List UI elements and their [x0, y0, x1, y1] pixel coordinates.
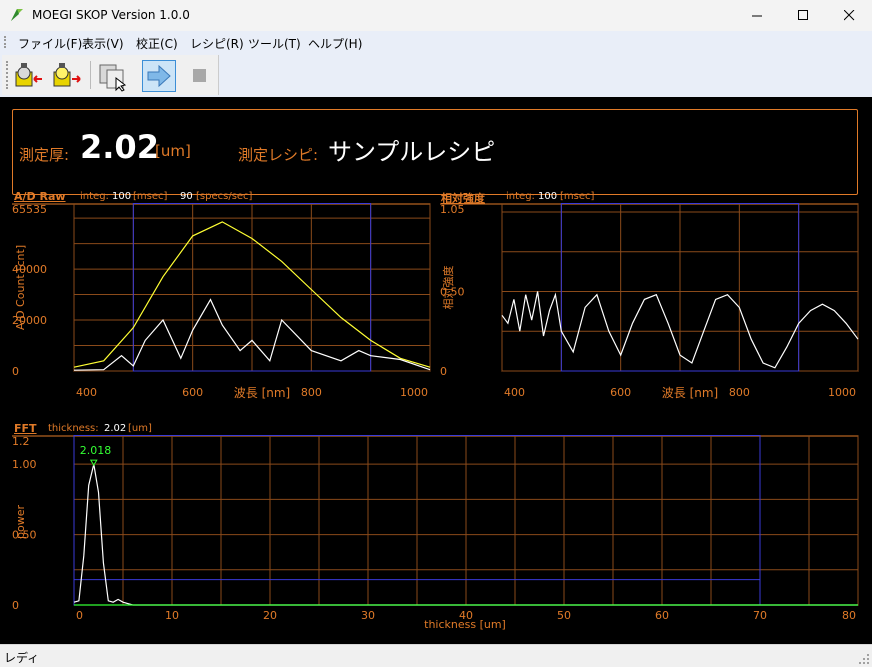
raw-xtick-label: 400	[76, 386, 97, 399]
fft-xtick-label: 30	[361, 609, 375, 622]
fft-yaxis-title: power	[14, 505, 27, 539]
stop-button[interactable]	[182, 60, 216, 92]
resize-grip-icon[interactable]	[858, 653, 870, 665]
toolbar-separator	[90, 61, 91, 89]
lamp-on-icon	[53, 63, 81, 87]
rel-ytick-label: 0	[440, 365, 447, 378]
fft-xtick-label: 0	[76, 609, 83, 622]
window-title: MOEGI SKOP Version 1.0.0	[32, 8, 190, 22]
rel-yaxis-title: 相対強度	[441, 266, 455, 310]
menu-view[interactable]: 表示(V)	[82, 35, 124, 52]
raw-yaxis-title: A/D Count [cnt]	[14, 245, 27, 330]
status-text: レディ	[4, 651, 40, 665]
arrow-right-icon	[147, 64, 171, 88]
lamp-off-icon	[15, 63, 42, 87]
menu-tools[interactable]: ツール(T)	[248, 35, 301, 52]
menu-calibration[interactable]: 校正(C)	[136, 35, 178, 52]
copy-window-button[interactable]	[96, 60, 130, 92]
minimize-button[interactable]	[734, 0, 780, 31]
title-bar: MOEGI SKOP Version 1.0.0	[0, 0, 872, 31]
raw-xtick-label: 1000	[400, 386, 428, 399]
copy-window-icon	[99, 64, 127, 92]
maximize-icon	[797, 10, 808, 20]
fft-xtick-label: 60	[655, 609, 669, 622]
minimize-icon	[751, 15, 762, 17]
rel-xaxis-title: 波長 [nm]	[662, 386, 718, 400]
toolbar-grip	[6, 61, 10, 89]
fft-xtick-label: 10	[165, 609, 179, 622]
rel-xtick-label: 600	[610, 386, 631, 399]
start-measure-button[interactable]	[142, 60, 176, 92]
lamp-on-button[interactable]	[50, 60, 84, 92]
toolbar	[0, 53, 872, 97]
raw-xtick-label: 600	[182, 386, 203, 399]
menu-help[interactable]: ヘルプ(H)	[308, 35, 362, 52]
lamp-off-button[interactable]	[12, 60, 46, 92]
fft-ytick-label: 0	[12, 599, 19, 612]
raw-ytick-label: 0	[12, 365, 19, 378]
raw-chart: 400 600 800 1000波長 [nm]0200004000065535A/D …	[12, 203, 859, 631]
fft-ytick-label: 1.00	[12, 458, 37, 471]
raw-xaxis-title: 波長 [nm]	[234, 386, 290, 400]
menu-file[interactable]: ファイル(F)	[18, 35, 82, 52]
close-icon	[843, 10, 854, 21]
rel-ymax-label: 1.05	[440, 203, 465, 216]
fft-xtick-label: 70	[753, 609, 767, 622]
rel-xtick-label: 1000	[828, 386, 856, 399]
main-display: 測定厚: 2.02 [um] 測定レシピ: サンプルレシピ A/D Raw in…	[0, 97, 872, 644]
fft-peak-label: 2.018	[80, 444, 112, 457]
menu-grip	[4, 36, 8, 48]
fft-ymax-label: 1.2	[12, 435, 30, 448]
rel-xtick-label: 800	[729, 386, 750, 399]
close-button[interactable]	[826, 0, 872, 31]
toolbar-panel	[2, 55, 219, 95]
menu-recipe[interactable]: レシピ(R)	[190, 35, 244, 52]
raw-xtick-label: 800	[301, 386, 322, 399]
fft-xtick-label: 20	[263, 609, 277, 622]
fft-xaxis-title: thickness [um]	[424, 618, 506, 631]
menu-bar: ファイル(F) 表示(V) 校正(C) レシピ(R) ツール(T) ヘルプ(H)	[0, 31, 872, 53]
app-logo-icon	[11, 9, 23, 21]
raw-ymax-label: 65535	[12, 203, 47, 216]
stop-icon	[193, 69, 206, 82]
fft-xtick-label: 80	[842, 609, 856, 622]
rel-xtick-label: 400	[504, 386, 525, 399]
fft-xtick-label: 50	[557, 609, 571, 622]
maximize-button[interactable]	[780, 0, 826, 31]
status-bar: レディ	[0, 644, 872, 667]
